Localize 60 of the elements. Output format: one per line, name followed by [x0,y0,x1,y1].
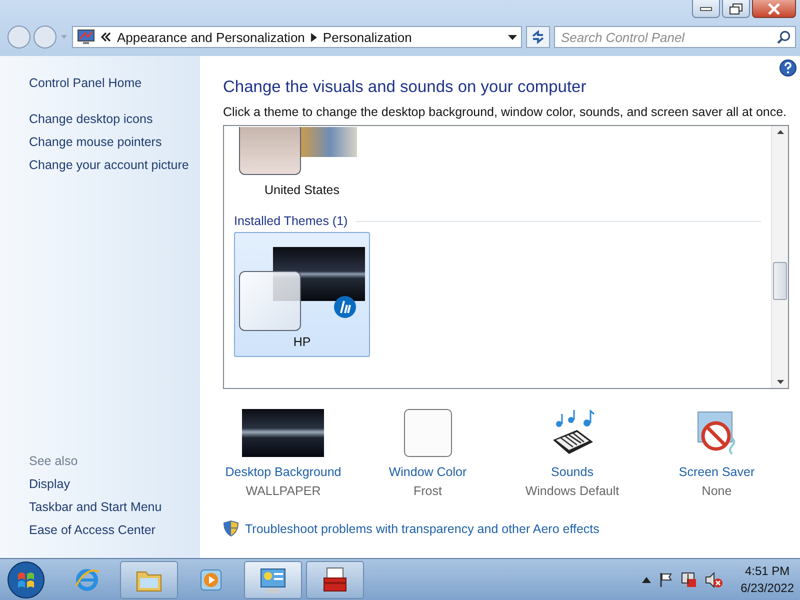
start-orb-icon[interactable] [6,560,46,600]
scroll-down-icon [776,380,784,384]
sidebar-link[interactable]: Change mouse pointers [29,131,200,154]
instruction-text: Click a theme to change the desktop background, window color, sounds, and screen saver all at once. [223,105,788,119]
dropdown-arrow-icon[interactable] [508,34,517,40]
setting-link[interactable]: Screen Saver [678,465,755,479]
search-field[interactable]: Search Control Panel [554,26,796,48]
theme-item[interactable]: HP [234,232,370,357]
scrollbar[interactable] [771,126,788,388]
monitor-icon [77,29,95,45]
shield-icon [223,520,239,537]
page-title: Change the visuals and sounds on your computer [223,78,588,97]
maximize-button[interactable] [722,0,750,18]
color-swatch[interactable] [404,409,452,457]
close-icon [765,2,783,16]
clock-time[interactable]: 4:51 PM [744,562,790,580]
maximize-icon [727,2,745,16]
chevron-right-icon [310,32,317,42]
sidebar-link[interactable]: Change your account picture [29,154,200,177]
search-icon [777,30,791,44]
address-bar[interactable]: Appearance and Personalization Personalization [72,26,522,48]
scroll-thumb[interactable] [773,262,787,300]
chevron-up-icon[interactable] [642,576,651,582]
double-chevron-icon [101,32,111,42]
toolbox-icon [321,566,349,594]
sidebar-link[interactable]: Control Panel Home [29,72,200,95]
setting-link[interactable]: Window Color [388,465,467,479]
close-button[interactable] [752,0,796,18]
setting-value: None [702,484,732,498]
minimize-button[interactable] [692,0,720,18]
setting-value: Frost [414,484,442,498]
network-error-icon[interactable] [680,572,697,588]
wallpaper-thumbnail[interactable] [242,409,324,457]
troubleshoot-link[interactable]: Troubleshoot problems with transparency and other Aero effects [245,522,600,536]
flag-icon[interactable] [658,572,673,588]
taskbar-button[interactable] [244,560,302,598]
sidebar-link[interactable]: Display [29,473,200,496]
refresh-arrows-icon [530,30,546,44]
clock-date[interactable]: 6/23/2022 [740,580,794,596]
help-icon[interactable] [779,59,797,77]
theme-item[interactable]: United States [234,126,370,202]
theme-name: HP [293,335,311,349]
setting-link[interactable]: Sounds [551,465,594,479]
breadcrumb[interactable]: Personalization [322,30,412,44]
setting-link[interactable]: Desktop Background [225,465,342,479]
sidebar-link[interactable]: Taskbar and Start Menu [29,496,200,519]
minimize-icon [700,6,712,10]
breadcrumb[interactable]: Appearance and Personalization [117,30,305,44]
group-heading: Installed Themes (1) [234,214,348,228]
sidebar-link[interactable]: Ease of Access Center [29,519,200,542]
setting-value: Windows Default [525,484,620,498]
sidebar-link[interactable]: Change desktop icons [29,108,200,131]
control-panel-icon [259,566,287,594]
scroll-up-icon [776,130,784,134]
setting-value: WALLPAPER [246,484,321,498]
refresh-button[interactable] [526,26,550,48]
theme-name: United States [264,183,340,197]
speaker-muted-icon[interactable] [704,572,723,588]
section-heading: See also [29,453,79,470]
taskbar-button[interactable] [306,560,364,598]
